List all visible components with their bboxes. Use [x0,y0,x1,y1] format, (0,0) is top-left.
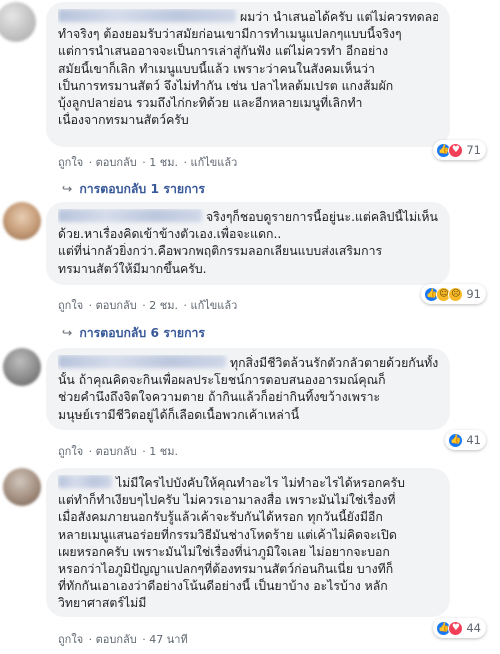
author-name[interactable] [58,355,226,368]
author-name[interactable] [58,9,236,22]
comment-bubble: ไม่มีใครไปบังคับให้คุณทำอะไร ไม่ทำอะไรได… [46,468,450,617]
reply-link[interactable]: ตอบกลับ [96,445,137,458]
comment-line: บุ้งลูกปลาย่อน รวมถึงไก่กะทิด้วย และอีกห… [58,96,363,111]
comment-line: เมื่อสังคมภายนอกรับรู้แล้วเค้าจะรับกันได… [58,510,383,525]
comment-actions: ถูกใจ · ตอบกลับ · 2 ชม. · แก้ไขแล้ว [58,299,238,312]
reaction-count: 41 [466,433,481,447]
comment-actions: ถูกใจ · ตอบกลับ · 1 ชม. [58,445,178,458]
comment-line: มนุษย์เรามีชีวิตอยู่ได้ก็เลือดเนื้อพวกเค… [58,407,300,422]
view-replies-link[interactable]: ↪ การตอบกลับ 1 รายการ [62,180,205,199]
comment-bubble: ผมว่า นำเสนอได้ครับ แต่ไม่ควรทดลอง ทำจริ… [46,2,450,147]
reaction-count: 91 [466,287,481,301]
avatar[interactable] [3,202,41,240]
timestamp[interactable]: 47 นาที [149,633,187,646]
like-link[interactable]: ถูกใจ [58,299,83,312]
like-link[interactable]: ถูกใจ [58,445,83,458]
avatar[interactable] [3,468,41,506]
comment-bubble: ทุกสิ่งมีชีวิตล้วนรักตัวกลัวตายด้วยกันทั… [46,348,450,430]
comment-line: หลายเมนูแสนอร่อยที่กรรมวิธีมันช่างโหดร้า… [58,527,397,542]
timestamp[interactable]: 2 ชม. [149,299,178,312]
like-link[interactable]: ถูกใจ [58,633,83,646]
comment-line: วิทยาศาสตร์ไม่มี [58,596,147,611]
edited-label[interactable]: แก้ไขแล้ว [190,299,237,312]
reply-link[interactable]: ตอบกลับ [96,156,137,169]
comment-line: ที่ทักกันเอาเองว่าดีอย่างโน้นดีอย่างนี้ … [58,579,388,594]
avatar[interactable] [3,348,41,386]
comment-line: เป็นการทรมานสัตว์ จึงไม่ทำกัน เช่น ปลาไห… [58,78,394,93]
comment-line: สมัยนี้เขาก็เลิก ทำเมนูแบบนี้แล้ว เพราะว… [58,61,375,76]
reaction-summary[interactable]: 👍 ☺ ☹ 91 [421,284,486,304]
view-replies-link[interactable]: ↪ การตอบกลับ 6 รายการ [62,324,205,343]
reply-link[interactable]: ตอบกลับ [96,633,137,646]
comment-line: หรอกว่าไอภูมิปัญญาแปลกๆที่ต้องทรมานสัตว์… [58,562,394,577]
like-icon: 👍 [448,432,464,448]
reply-link[interactable]: ตอบกลับ [96,299,137,312]
comment-line: แต่ที่น่ากลัวยิ่งกว่า.คือพวกพฤติกรรมลอกเ… [58,244,383,259]
comment-line: ไม่มีใครไปบังคับให้คุณทำอะไร ไม่ทำอะไรได… [58,475,438,492]
reaction-summary[interactable]: 👍 41 [445,430,486,450]
comment-line: ทำจริงๆ ต้องยอมรับว่าสมัยก่อนเขามีการทำเ… [58,27,402,42]
reply-arrow-icon: ↪ [62,326,73,340]
sad-icon: ☹ [448,286,464,302]
comment-line: แต่การนำเสนออาจจะเป็นการเล่าสู่กันฟัง แต… [58,44,389,59]
comment-actions: ถูกใจ · ตอบกลับ · 47 นาที [58,633,188,646]
comment-bubble: จริงๆก็ชอบดูรายการนี้อยู่นะ.แต่คลิปนี้ไม… [46,202,450,285]
comment-line: แต่ทำก็ทำเงียบๆไปครับ ไม่ควรเอามาลงสื่อ … [58,493,396,508]
comment-line: จริงๆก็ชอบดูรายการนี้อยู่นะ.แต่คลิปนี้ไม… [58,209,438,226]
reaction-count: 44 [466,621,481,635]
comment-actions: ถูกใจ · ตอบกลับ · 1 ชม. · แก้ไขแล้ว [58,156,238,169]
love-icon: ♥ [448,620,464,636]
love-icon: ♥ [448,142,464,158]
timestamp[interactable]: 1 ชม. [149,445,178,458]
comment-line: ทรมานสัตว์ให้มีมากขึ้นครับ. [58,261,207,276]
comment-line: เผยหรอกครับ เพราะมันไม่ใช่เรื่องที่น่าภู… [58,544,390,559]
comment-line: ทุกสิ่งมีชีวิตล้วนรักตัวกลัวตายด้วยกันทั… [58,355,438,372]
reply-arrow-icon: ↪ [62,182,73,196]
author-name[interactable] [58,475,112,488]
comment-line: ผมว่า นำเสนอได้ครับ แต่ไม่ควรทดลอง [58,9,438,26]
reaction-count: 71 [466,143,481,157]
comment-line: ช่วยคำนึงถึงจิตใจความตาย ถ้ากินแล้วก็อย่… [58,390,381,405]
edited-label[interactable]: แก้ไขแล้ว [190,156,237,169]
timestamp[interactable]: 1 ชม. [149,156,178,169]
comment-line: เนื่องจากทรมานสัตว์ครับ [58,113,189,128]
avatar[interactable] [0,2,36,42]
like-link[interactable]: ถูกใจ [58,156,83,169]
comment-line: นั้น ถ้าคุณคิดจะกินเพื่อผลประโยชน์การตอบ… [58,373,386,388]
reaction-summary[interactable]: 👍 ♥ 44 [433,618,486,638]
comment-line: ด้วย.หาเรื่องคิดเข้าข้างตัวเอง.เพื่อจะแด… [58,227,282,242]
reaction-summary[interactable]: 👍 ♥ 71 [433,140,486,160]
author-name[interactable] [58,209,202,222]
